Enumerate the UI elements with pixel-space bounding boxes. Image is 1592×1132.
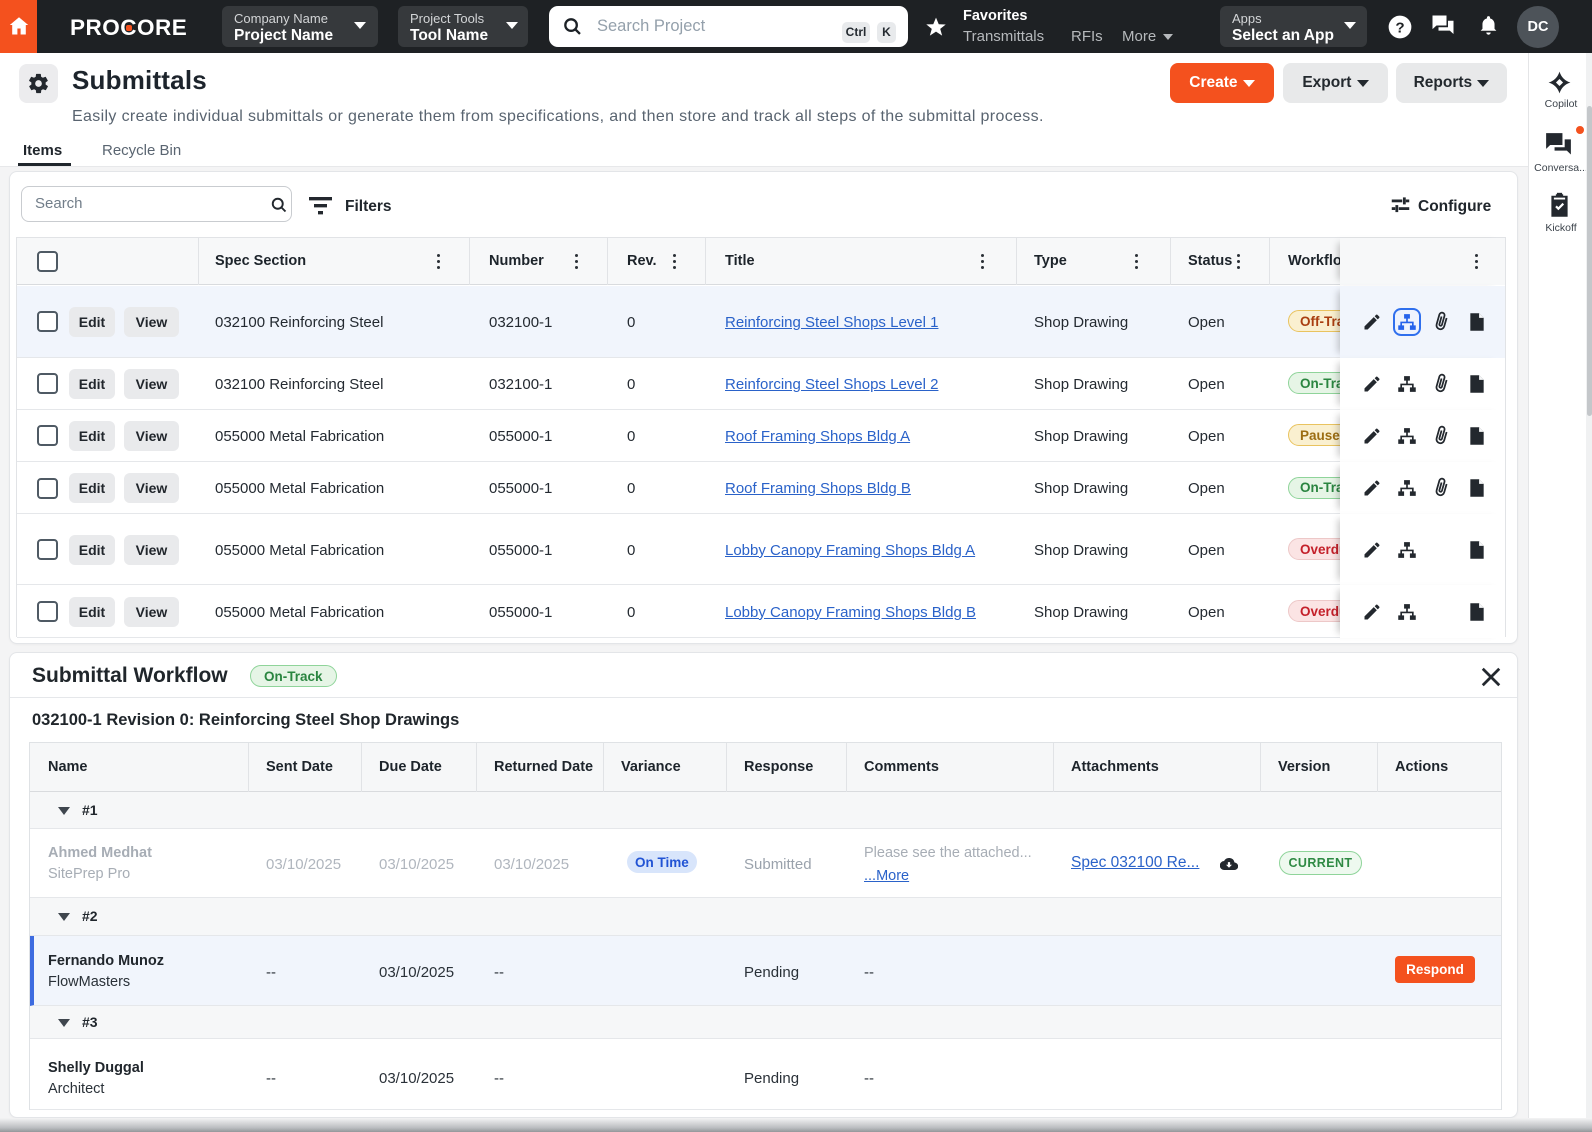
svg-text:?: ? bbox=[1395, 19, 1404, 36]
